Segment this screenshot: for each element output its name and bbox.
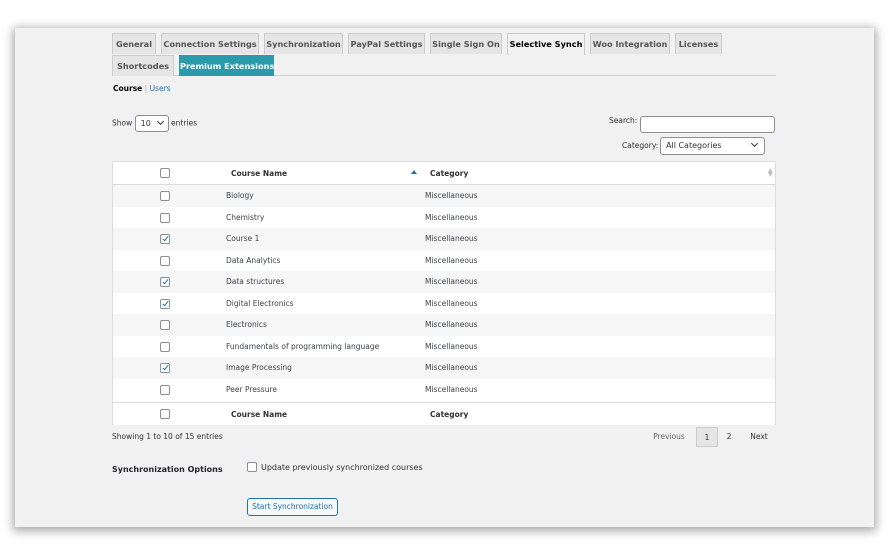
course-name-cell: Data Analytics: [226, 255, 281, 265]
search-input[interactable]: [640, 116, 775, 133]
table-row: Chemistry Miscellaneous: [113, 207, 775, 229]
update-synced-label[interactable]: Update previously synchronized courses: [261, 463, 423, 472]
category-cell: Miscellaneous: [425, 363, 478, 372]
table-row: Image Processing Miscellaneous: [113, 357, 775, 379]
row-checkbox[interactable]: [160, 212, 170, 223]
subnav-separator: |: [144, 84, 148, 93]
pagination-next[interactable]: Next: [743, 427, 775, 447]
category-cell: Miscellaneous: [425, 191, 478, 200]
tab-general[interactable]: General: [112, 33, 156, 54]
select-all-footer-checkbox[interactable]: [160, 409, 170, 419]
pagination-previous[interactable]: Previous: [649, 427, 689, 447]
row-checkbox[interactable]: [160, 363, 170, 373]
table-info: Showing 1 to 10 of 15 entries: [112, 432, 223, 441]
course-name-cell: Chemistry: [226, 212, 265, 222]
entries-select[interactable]: 10: [134, 115, 169, 132]
sort-icon: ▲ ▼: [768, 167, 773, 178]
category-cell: Miscellaneous: [425, 298, 478, 308]
course-name-cell: Image Processing: [226, 363, 292, 372]
sort-ascending-icon: [411, 170, 417, 174]
chevron-down-icon: [750, 139, 759, 148]
sub-navigation: Course | Users: [113, 84, 171, 93]
row-checkbox[interactable]: [160, 191, 170, 201]
update-synced-checkbox[interactable]: [247, 462, 257, 472]
course-name-cell: Course 1: [226, 234, 260, 243]
row-checkbox[interactable]: [160, 234, 170, 244]
row-checkbox[interactable]: [160, 255, 170, 266]
tab-single-sign-on[interactable]: Single Sign On: [430, 33, 502, 54]
course-name-cell: Data structures: [226, 277, 285, 286]
tab-selective-synch[interactable]: Selective Synch: [507, 33, 585, 55]
table-row: Fundamentals of programming language Mis…: [113, 336, 775, 358]
category-cell: Miscellaneous: [425, 384, 478, 394]
tab-synchronization[interactable]: Synchronization: [264, 33, 343, 54]
table-row: Data structures Miscellaneous: [113, 271, 775, 293]
row-checkbox[interactable]: [160, 298, 170, 309]
sync-options-title: Synchronization Options: [112, 465, 223, 474]
settings-tabs: General Connection Settings Synchronizat…: [112, 33, 776, 76]
category-cell: Miscellaneous: [425, 277, 478, 286]
course-name-cell: Electronics: [226, 320, 267, 329]
search-label: Search:: [609, 116, 638, 125]
pagination-page-1[interactable]: 1: [696, 427, 718, 447]
row-checkbox[interactable]: [160, 320, 170, 330]
tab-woo-integration[interactable]: Woo Integration: [590, 33, 670, 54]
category-cell: Miscellaneous: [425, 255, 478, 265]
column-header-category[interactable]: Category: [430, 169, 468, 178]
table-row: Biology Miscellaneous: [113, 185, 775, 207]
table-row: Electronics Miscellaneous: [113, 314, 775, 336]
tab-paypal-settings[interactable]: PayPal Settings: [348, 33, 425, 54]
table-row: Digital Electronics Miscellaneous: [113, 293, 775, 315]
start-synchronization-button[interactable]: Start Synchronization: [247, 498, 338, 516]
course-name-cell: Digital Electronics: [226, 298, 294, 308]
category-select-value: All Categories: [666, 141, 722, 150]
footer-course-name: Course Name: [231, 410, 288, 419]
chevron-down-icon: [156, 117, 164, 126]
courses-table: Course Name Category ▲ ▼ Biology Miscella…: [112, 161, 776, 425]
row-checkbox[interactable]: [160, 277, 170, 287]
table-row: Data Analytics Miscellaneous: [113, 250, 775, 272]
tab-connection-settings[interactable]: Connection Settings: [161, 33, 259, 54]
table-row: Peer Pressure Miscellaneous: [113, 379, 775, 401]
row-checkbox[interactable]: [160, 341, 170, 352]
tab-licenses[interactable]: Licenses: [675, 33, 722, 54]
course-name-cell: Fundamentals of programming language: [226, 341, 380, 351]
category-cell: Miscellaneous: [425, 212, 478, 222]
tab-premium-extensions[interactable]: Premium Extensions: [179, 55, 274, 76]
entries-select-value: 10: [140, 119, 151, 128]
subnav-course[interactable]: Course: [113, 84, 142, 93]
footer-category: Category: [430, 410, 469, 419]
column-header-course-name[interactable]: Course Name: [231, 169, 287, 178]
category-cell: Miscellaneous: [425, 320, 478, 329]
settings-panel: General Connection Settings Synchronizat…: [15, 28, 874, 527]
table-header: Course Name Category ▲ ▼: [113, 162, 775, 185]
entries-length-control: Show 10 entries: [112, 115, 197, 132]
subnav-users-link[interactable]: Users: [150, 84, 171, 93]
category-cell: Miscellaneous: [425, 341, 478, 351]
category-select[interactable]: All Categories: [660, 137, 765, 155]
show-label: Show: [112, 118, 133, 128]
course-name-cell: Peer Pressure: [226, 384, 277, 394]
table-row: Course 1 Miscellaneous: [113, 228, 775, 250]
category-cell: Miscellaneous: [425, 234, 478, 243]
table-footer: Course Name Category: [113, 402, 775, 425]
row-checkbox[interactable]: [160, 384, 170, 395]
tab-shortcodes[interactable]: Shortcodes: [112, 55, 174, 76]
entries-label: entries: [171, 118, 198, 128]
category-label: Category:: [622, 141, 659, 150]
select-all-checkbox[interactable]: [160, 168, 170, 178]
pagination-page-2[interactable]: 2: [721, 427, 737, 447]
course-name-cell: Biology: [226, 191, 254, 200]
